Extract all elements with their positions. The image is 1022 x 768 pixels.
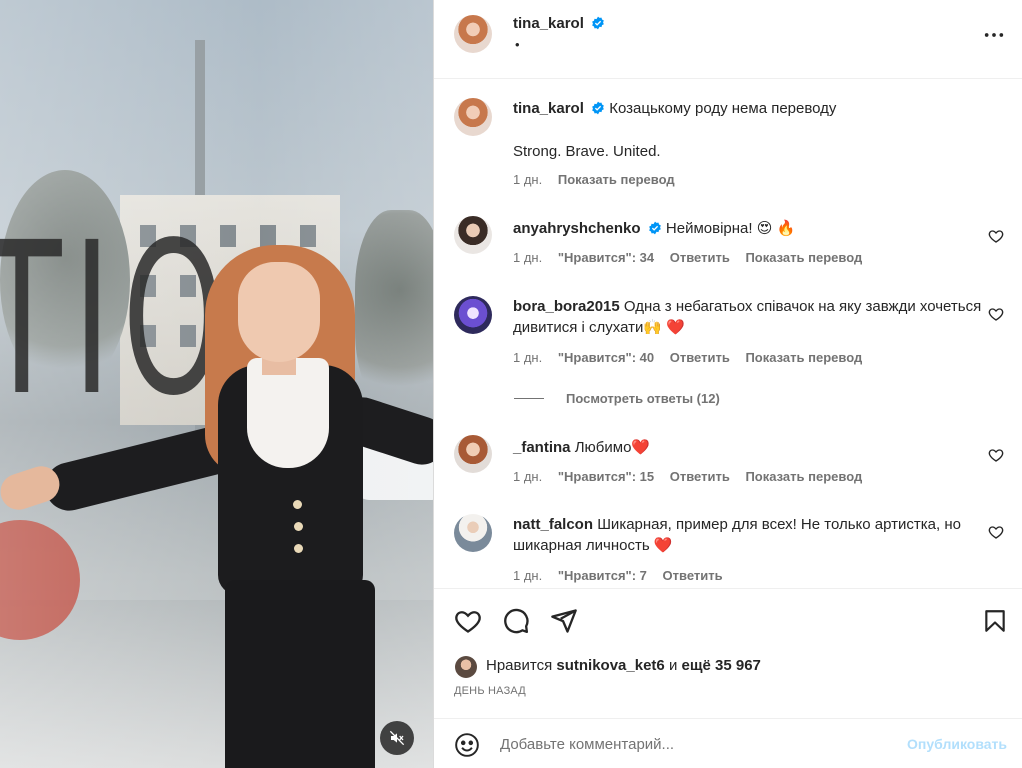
media-overlay-text: TIO — [0, 197, 236, 442]
replies-divider — [514, 398, 544, 399]
dress-button — [294, 544, 303, 553]
comment-meta: 1 дн. "Нравится": 15 Ответить Показать п… — [513, 469, 874, 484]
commenter-avatar[interactable] — [454, 435, 492, 473]
comment-text: bora_bora2015 Одна з небагатьох співачок… — [513, 296, 983, 338]
muted-speaker-icon — [389, 730, 405, 746]
caption-line-1: Козацькому роду нема переводу — [609, 100, 837, 117]
liker-username[interactable]: sutnikova_ket6 — [556, 657, 664, 674]
post-header: tina_karol • — [434, 0, 1022, 79]
comment-input[interactable] — [500, 731, 880, 757]
commenter-avatar[interactable] — [454, 514, 492, 552]
dress-button — [294, 522, 303, 531]
figure-skirt — [225, 580, 375, 768]
post-actions: Нравится sutnikova_ket6 и ещё 35 967 ДЕН… — [434, 588, 1022, 758]
comment-time: 1 дн. — [513, 250, 543, 265]
comment-meta: 1 дн. "Нравится": 7 Ответить — [513, 568, 735, 583]
comment-likes[interactable]: "Нравится": 34 — [558, 250, 654, 265]
comment-time: 1 дн. — [513, 469, 543, 484]
comment-text: _fantina Любимо❤️ — [513, 437, 983, 458]
commenter-username[interactable]: anyahryshchenko — [513, 220, 641, 237]
see-translation-link[interactable]: Показать перевод — [558, 172, 675, 187]
comment-time: 1 дн. — [513, 350, 543, 365]
comment-meta: 1 дн. "Нравится": 34 Ответить Показать п… — [513, 250, 874, 265]
author-username[interactable]: tina_karol — [513, 15, 584, 32]
verified-badge-icon — [592, 101, 604, 115]
comment-row: natt_falcon Шикарная, пример для всех! Н… — [454, 514, 1004, 588]
heart-icon[interactable] — [454, 607, 482, 635]
comment-body: Любимо❤️ — [574, 439, 651, 456]
caption-meta: 1 дн. Показать перевод — [513, 172, 687, 187]
see-translation-link[interactable]: Показать перевод — [745, 350, 862, 365]
comment-likes[interactable]: "Нравится": 40 — [558, 350, 654, 365]
more-options-icon — [984, 33, 1004, 37]
author-avatar[interactable] — [454, 98, 492, 136]
post-details-panel: tina_karol • tina_karol Козацькому роду — [433, 0, 1022, 768]
dress-button — [293, 500, 302, 509]
author-avatar[interactable] — [454, 15, 492, 53]
reply-link[interactable]: Ответить — [670, 469, 730, 484]
comment-row: bora_bora2015 Одна з небагатьох співачок… — [454, 296, 1004, 376]
post-video[interactable]: TIO — [0, 0, 433, 768]
commenter-username[interactable]: _fantina — [513, 439, 571, 456]
comment-icon[interactable] — [502, 607, 530, 635]
reply-link[interactable]: Ответить — [670, 250, 730, 265]
comments-list[interactable]: tina_karol Козацькому роду нема переводу… — [434, 80, 1022, 588]
commenter-avatar[interactable] — [454, 216, 492, 254]
figure-face — [238, 262, 320, 362]
comment-likes[interactable]: "Нравится": 7 — [558, 568, 647, 583]
likes-and: и — [668, 657, 678, 674]
add-comment-bar: Опубликовать — [434, 718, 1022, 768]
reply-link[interactable]: Ответить — [663, 568, 723, 583]
see-translation-link[interactable]: Показать перевод — [745, 250, 862, 265]
caption-username[interactable]: tina_karol — [513, 100, 584, 117]
more-options-button[interactable] — [983, 24, 1005, 49]
mute-toggle-button[interactable] — [380, 721, 414, 755]
caption-line-2: Strong. Brave. United. — [513, 143, 661, 160]
comment-row: anyahryshchenko Неймовірна! 😍 🔥 1 дн. "Н… — [454, 216, 1004, 276]
comment-row: _fantina Любимо❤️ 1 дн. "Нравится": 15 О… — [454, 435, 1004, 495]
view-replies-label: Посмотреть ответы (12) — [566, 391, 720, 406]
likes-prefix: Нравится — [486, 657, 553, 674]
verified-badge-icon — [592, 16, 604, 30]
post-date: ДЕНЬ НАЗАД — [454, 685, 526, 697]
comment-likes[interactable]: "Нравится": 15 — [558, 469, 654, 484]
commenter-avatar[interactable] — [454, 296, 492, 334]
comment-text: natt_falcon Шикарная, пример для всех! Н… — [513, 514, 983, 556]
likes-count[interactable]: ещё 35 967 — [682, 657, 761, 674]
heart-icon[interactable] — [988, 524, 1004, 540]
verified-badge-icon — [648, 221, 661, 235]
publish-button[interactable]: Опубликовать — [907, 736, 1007, 752]
comment-time: 1 дн. — [513, 568, 543, 583]
caption-text: tina_karol Козацькому роду нема переводу… — [513, 98, 983, 162]
caption-row: tina_karol Козацькому роду нема переводу… — [454, 98, 1004, 188]
audio-subtitle: • — [515, 37, 520, 52]
comment-meta: 1 дн. "Нравится": 40 Ответить Показать п… — [513, 350, 874, 365]
commenter-username[interactable]: bora_bora2015 — [513, 298, 620, 315]
liker-avatar[interactable] — [455, 656, 477, 678]
reply-link[interactable]: Ответить — [670, 350, 730, 365]
heart-icon[interactable] — [988, 306, 1004, 322]
caption-time: 1 дн. — [513, 172, 543, 187]
heart-icon[interactable] — [988, 447, 1004, 463]
see-translation-link[interactable]: Показать перевод — [745, 469, 862, 484]
bookmark-icon[interactable] — [982, 607, 1008, 635]
commenter-username[interactable]: natt_falcon — [513, 516, 593, 533]
emoji-icon[interactable] — [454, 732, 480, 758]
comment-text: anyahryshchenko Неймовірна! 😍 🔥 — [513, 218, 983, 239]
share-icon[interactable] — [550, 607, 578, 635]
comment-body: Неймовірна! 😍 🔥 — [665, 220, 796, 237]
author-line: tina_karol — [513, 15, 605, 32]
view-replies-button[interactable]: Посмотреть ответы (12) — [514, 391, 720, 406]
heart-icon[interactable] — [988, 228, 1004, 244]
likes-summary[interactable]: Нравится sutnikova_ket6 и ещё 35 967 — [486, 657, 761, 674]
